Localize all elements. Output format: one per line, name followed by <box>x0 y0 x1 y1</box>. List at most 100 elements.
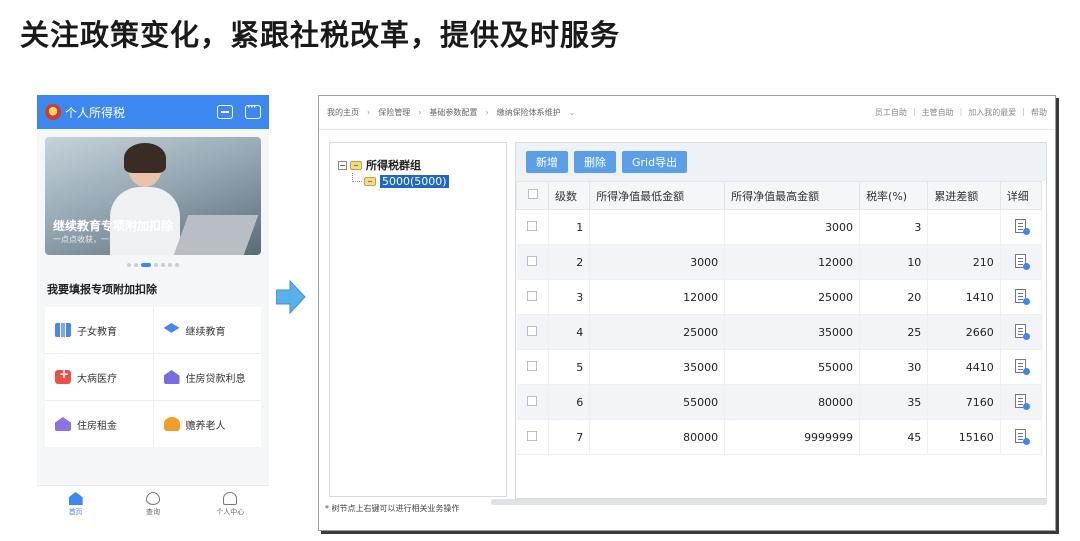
link-manager-self-service[interactable]: 主管自助 <box>922 107 954 118</box>
column-header-max-amount[interactable]: 所得净值最高金额 <box>724 181 861 210</box>
deduction-item-mortgage-interest[interactable]: 住房贷款利息 <box>153 354 261 400</box>
tab-label: 查询 <box>145 508 160 516</box>
deduction-item-label: 继续教育 <box>185 326 226 338</box>
document-detail-icon[interactable] <box>1015 393 1031 410</box>
carousel-dot[interactable] <box>154 263 158 267</box>
column-header-tax-rate[interactable]: 税率(%) <box>859 181 929 210</box>
scan-icon[interactable] <box>217 105 233 119</box>
carousel-dot[interactable] <box>161 263 165 267</box>
breadcrumb-item[interactable]: 基础参数配置 <box>429 107 477 118</box>
document-detail-icon[interactable] <box>1015 323 1031 340</box>
table-row[interactable]: 6 55000 80000 35 7160 <box>516 384 1043 420</box>
books-icon <box>55 323 71 337</box>
cell-quick-deduction <box>927 209 1001 245</box>
top-navigation-bar: 我的主页 › 保险管理 › 基础参数配置 › 缴纳保险体系维护 ⌄ 员工自助 |… <box>319 96 1055 130</box>
delete-button[interactable]: 删除 <box>574 151 616 173</box>
row-checkbox[interactable] <box>516 314 549 350</box>
column-header-detail[interactable]: 详细 <box>999 181 1043 210</box>
carousel-dot[interactable] <box>141 263 151 267</box>
table-header-row: 级数 所得净值最低金额 所得净值最高金额 税率(%) 累进差额 详细 <box>516 181 1043 210</box>
document-detail-icon[interactable] <box>1015 253 1031 270</box>
banner-title: 继续教育专项附加扣除 <box>53 219 174 233</box>
breadcrumb-separator-icon: › <box>418 108 422 117</box>
cell-min-amount: 80000 <box>589 419 726 455</box>
grid-export-button[interactable]: Grid导出 <box>622 151 688 173</box>
table-row[interactable]: 3 12000 25000 20 1410 <box>516 279 1043 315</box>
promo-banner[interactable]: 继续教育专项附加扣除 一点点收获，一步步成长 <box>45 137 261 255</box>
row-checkbox[interactable] <box>516 349 549 385</box>
carousel-dot[interactable] <box>175 263 179 267</box>
collapse-icon[interactable]: − <box>338 160 347 170</box>
section-title: 我要填报专项附加扣除 <box>47 283 157 296</box>
row-checkbox[interactable] <box>516 419 549 455</box>
tree-node-root[interactable]: − 所得税群组 <box>338 157 421 173</box>
breadcrumb-item[interactable]: 缴纳保险体系维护 <box>497 107 561 118</box>
tab-profile[interactable]: 个人中心 <box>192 486 269 523</box>
carousel-dot[interactable] <box>134 263 138 267</box>
carousel-dot[interactable] <box>168 263 172 267</box>
document-detail-icon[interactable] <box>1015 428 1031 445</box>
column-header-quick-deduction[interactable]: 累进差额 <box>927 181 1001 210</box>
cell-level: 1 <box>548 209 591 245</box>
select-all-checkbox[interactable] <box>516 181 549 210</box>
breadcrumb-item[interactable]: 保险管理 <box>378 107 410 118</box>
row-checkbox[interactable] <box>516 244 549 280</box>
detail-cell <box>1000 244 1043 280</box>
cell-level: 4 <box>548 314 591 350</box>
row-checkbox[interactable] <box>516 279 549 315</box>
deduction-item-label: 大病医疗 <box>77 373 117 385</box>
home-icon <box>68 492 83 505</box>
cell-level: 5 <box>548 349 591 385</box>
house-icon <box>55 417 71 431</box>
cell-quick-deduction: 4410 <box>927 349 1001 385</box>
deduction-item-housing-rent[interactable]: 住房租金 <box>45 401 153 447</box>
horizontal-scrollbar[interactable] <box>491 499 1047 505</box>
row-checkbox[interactable] <box>516 209 549 245</box>
detail-cell <box>1000 314 1043 350</box>
deduction-item-label: 住房租金 <box>77 420 117 432</box>
table-row[interactable]: 1 3000 3 <box>516 209 1043 245</box>
breadcrumb-separator-icon: › <box>485 108 489 117</box>
carousel-dot[interactable] <box>127 263 131 267</box>
deduction-item-continuing-education[interactable]: 继续教育 <box>153 307 261 353</box>
bottom-tab-bar: 首页 查询 个人中心 <box>37 485 269 523</box>
banner-laptop-image <box>173 215 259 255</box>
table-row[interactable]: 7 80000 9999999 45 15160 <box>516 419 1043 455</box>
link-help[interactable]: 帮助 <box>1031 107 1047 118</box>
tax-emblem-icon <box>45 104 61 120</box>
table-row[interactable]: 2 3000 12000 10 210 <box>516 244 1043 280</box>
document-detail-icon[interactable] <box>1015 218 1031 235</box>
cell-min-amount: 3000 <box>589 244 726 280</box>
tree-panel: − 所得税群组 5000(5000) <box>329 142 507 497</box>
document-detail-icon[interactable] <box>1015 358 1031 375</box>
add-button[interactable]: 新增 <box>526 151 568 173</box>
cell-min-amount: 25000 <box>589 314 726 350</box>
breadcrumb-item[interactable]: 我的主页 <box>327 107 359 118</box>
link-add-favorite[interactable]: 加入我的最爱 <box>968 107 1016 118</box>
document-detail-icon[interactable] <box>1015 288 1031 305</box>
cell-tax-rate: 30 <box>859 349 929 385</box>
tree-node-child[interactable]: 5000(5000) <box>364 175 449 188</box>
top-links: 员工自助 | 主管自助 | 加入我的最爱 | 帮助 <box>875 107 1047 118</box>
app-title: 个人所得税 <box>65 105 126 120</box>
chevron-down-icon[interactable]: ⌄ <box>569 108 576 117</box>
admin-window: 我的主页 › 保险管理 › 基础参数配置 › 缴纳保险体系维护 ⌄ 员工自助 |… <box>318 95 1056 531</box>
cell-max-amount: 55000 <box>724 349 861 385</box>
right-arrow-icon <box>276 280 306 314</box>
table-row[interactable]: 5 35000 55000 30 4410 <box>516 349 1043 385</box>
deduction-item-serious-illness[interactable]: 大病医疗 <box>45 354 153 400</box>
tab-label: 首页 <box>68 508 83 516</box>
column-header-min-amount[interactable]: 所得净值最低金额 <box>589 181 726 210</box>
link-employee-self-service[interactable]: 员工自助 <box>875 107 907 118</box>
row-checkbox[interactable] <box>516 384 549 420</box>
deduction-item-elderly-support[interactable]: 赡养老人 <box>153 401 261 447</box>
deduction-item-children-education[interactable]: 子女教育 <box>45 307 153 353</box>
message-icon[interactable] <box>245 100 261 119</box>
column-header-level[interactable]: 级数 <box>547 181 591 210</box>
cell-max-amount: 80000 <box>724 384 861 420</box>
tab-home[interactable]: 首页 <box>37 486 114 523</box>
tab-label: 个人中心 <box>216 508 245 516</box>
table-row[interactable]: 4 25000 35000 25 2660 <box>516 314 1043 350</box>
tab-query[interactable]: 查询 <box>114 486 191 523</box>
link-separator: | <box>959 107 963 116</box>
